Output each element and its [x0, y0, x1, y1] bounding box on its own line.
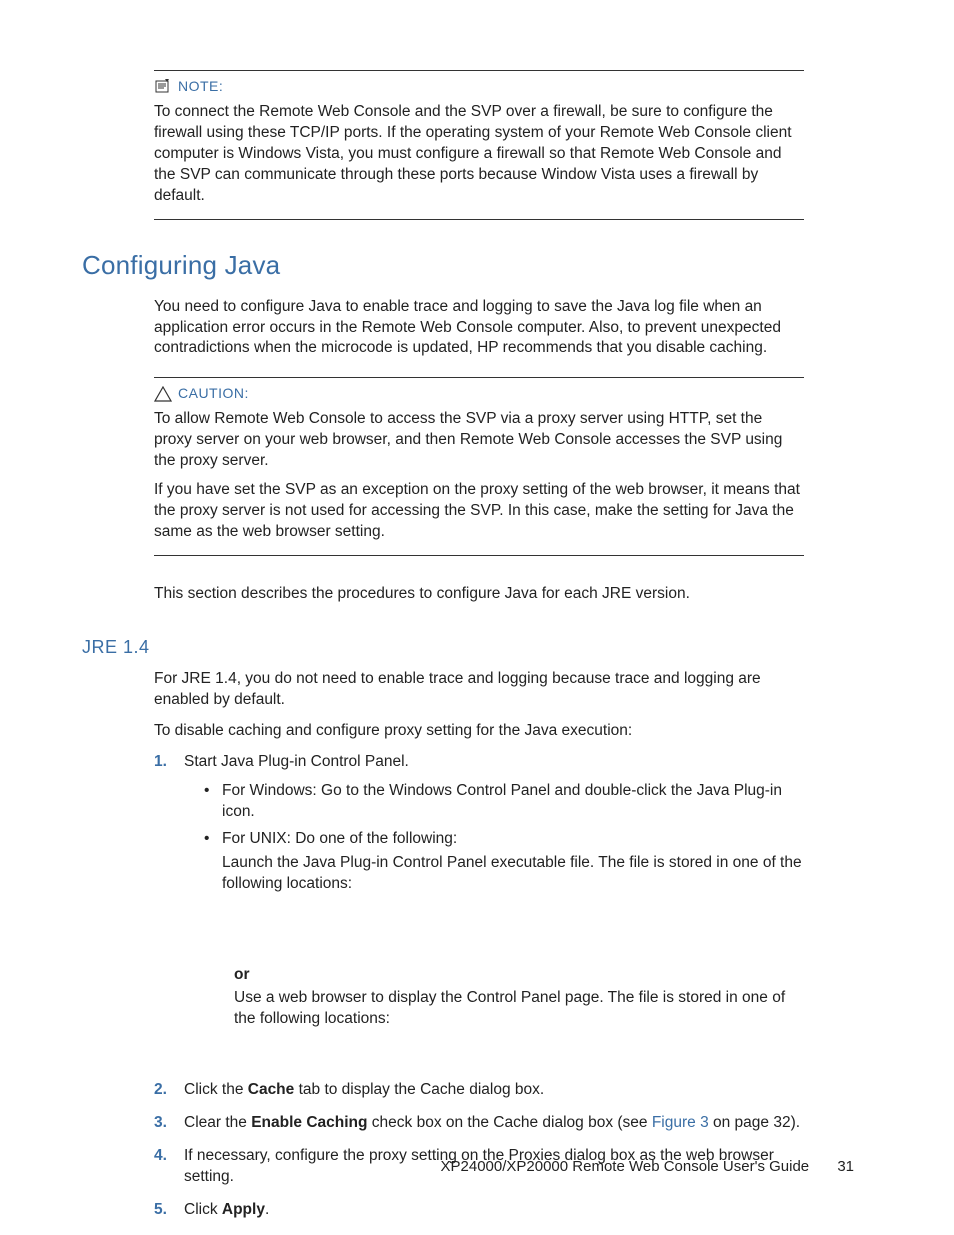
caution-callout: CAUTION: To allow Remote Web Console to … [154, 377, 804, 555]
step-3: 3. Clear the Enable Caching check box on… [154, 1113, 804, 1134]
section-title: Configuring Java [82, 248, 804, 283]
note-callout: NOTE: To connect the Remote Web Console … [154, 70, 804, 220]
footer-page-number: 31 [837, 1158, 854, 1175]
step-1: 1. Start Java Plug-in Control Panel. For… [154, 752, 804, 1030]
caution-label: CAUTION: [178, 384, 249, 403]
or-text: Use a web browser to display the Control… [234, 988, 804, 1030]
step-1-bullet-unix: For UNIX: Do one of the following: Launc… [204, 829, 804, 896]
step-1-or-block: or Use a web browser to display the Cont… [234, 965, 804, 1030]
caution-p2: If you have set the SVP as an exception … [154, 480, 804, 543]
jre-p1: For JRE 1.4, you do not need to enable t… [154, 669, 804, 711]
step-5-post: . [265, 1201, 269, 1218]
step-2: 2. Click the Cache tab to display the Ca… [154, 1080, 804, 1101]
step-2-bold: Cache [248, 1081, 295, 1098]
step-3-post: on page 32). [709, 1114, 800, 1131]
caution-icon [154, 386, 172, 402]
note-body: To connect the Remote Web Console and th… [154, 102, 804, 207]
section-intro: You need to configure Java to enable tra… [154, 297, 804, 360]
step-3-mid: check box on the Cache dialog box (see [367, 1114, 651, 1131]
note-label: NOTE: [178, 77, 223, 96]
jre-title: JRE 1.4 [82, 635, 804, 659]
step-3-num: 3. [154, 1113, 167, 1134]
step-1-text: Start Java Plug-in Control Panel. [184, 753, 409, 770]
footer-title: XP24000/XP20000 Remote Web Console User'… [441, 1158, 810, 1175]
step-1-unix-launch: Launch the Java Plug-in Control Panel ex… [222, 853, 804, 895]
step-3-bold: Enable Caching [251, 1114, 367, 1131]
after-caution-text: This section describes the procedures to… [154, 584, 804, 605]
step-1-bullet-windows: For Windows: Go to the Windows Control P… [204, 781, 804, 823]
page-footer: XP24000/XP20000 Remote Web Console User'… [441, 1157, 855, 1177]
step-2-num: 2. [154, 1080, 167, 1101]
step-5-num: 5. [154, 1200, 167, 1221]
step-1-unix-intro: For UNIX: Do one of the following: [222, 830, 457, 847]
caution-p1: To allow Remote Web Console to access th… [154, 409, 804, 472]
figure-3-link[interactable]: Figure 3 [652, 1114, 709, 1131]
step-4-num: 4. [154, 1146, 167, 1167]
step-3-pre: Clear the [184, 1114, 251, 1131]
step-5-pre: Click [184, 1201, 222, 1218]
step-2-pre: Click the [184, 1081, 248, 1098]
jre-p2: To disable caching and configure proxy s… [154, 721, 804, 742]
step-2-post: tab to display the Cache dialog box. [294, 1081, 544, 1098]
step-5-bold: Apply [222, 1201, 265, 1218]
note-icon [154, 78, 172, 94]
step-1-num: 1. [154, 752, 167, 773]
step-5: 5. Click Apply. [154, 1200, 804, 1221]
or-label: or [234, 965, 804, 986]
